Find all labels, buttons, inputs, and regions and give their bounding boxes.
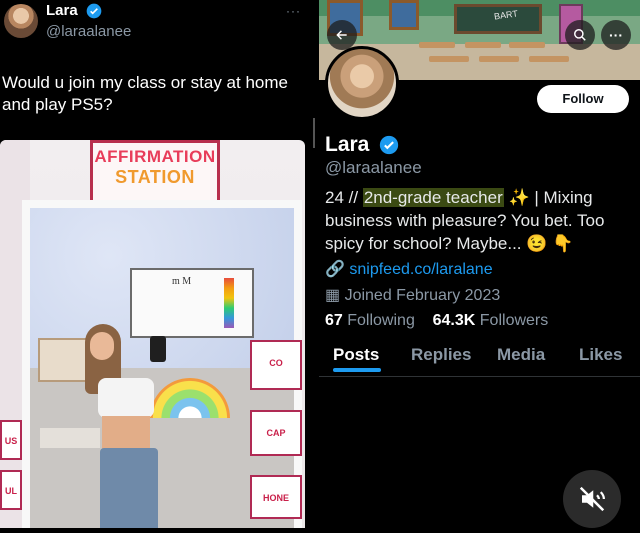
speaker-muted-icon: [579, 486, 605, 512]
bookshelf: [38, 338, 88, 382]
sign-line2: STATION: [115, 167, 195, 187]
person-midriff: [102, 416, 150, 452]
follow-button[interactable]: Follow: [537, 85, 629, 113]
tweet-text: Would u join my class or stay at home an…: [2, 73, 288, 114]
person-jeans: [100, 448, 158, 528]
joined-date: Joined February 2023: [344, 287, 501, 304]
link-icon: 🔗: [325, 261, 345, 278]
profile-link[interactable]: snipfeed.co/laralane: [349, 261, 492, 278]
tweet-panel: Lara @laraalanee ··· Would u join my cla…: [0, 0, 312, 528]
tweet-display-name[interactable]: Lara: [46, 2, 102, 19]
bio-highlight: 2nd-grade teacher: [362, 188, 504, 207]
search-icon: [574, 29, 586, 41]
more-icon: ···: [609, 27, 623, 43]
avatar[interactable]: [4, 4, 38, 38]
more-button[interactable]: ···: [601, 20, 631, 50]
mute-button[interactable]: [563, 470, 621, 528]
banner-desk: [509, 42, 545, 48]
tab-replies[interactable]: Replies: [411, 345, 471, 365]
joined-row: ▦ Joined February 2023: [325, 285, 500, 305]
following-link[interactable]: 67 Following: [325, 312, 415, 329]
more-icon[interactable]: ···: [286, 4, 301, 18]
tab-likes[interactable]: Likes: [579, 345, 622, 365]
search-button[interactable]: [565, 20, 595, 50]
profile-avatar[interactable]: [325, 46, 399, 120]
banner-window-2: [389, 0, 419, 30]
profile-bio: 24 // 2nd-grade teacher ✨ | Mixing busin…: [325, 188, 605, 253]
whiteboard-text: m M: [172, 276, 192, 287]
back-button[interactable]: [327, 20, 357, 50]
banner-desk: [465, 42, 501, 48]
tab-posts[interactable]: Posts: [333, 345, 379, 365]
scroll-indicator[interactable]: [313, 118, 315, 148]
color-chart: [224, 278, 234, 328]
banner-desk: [529, 56, 569, 62]
phone: [150, 336, 166, 362]
active-tab-indicator: [333, 368, 381, 372]
banner-desk: [429, 56, 469, 62]
tweet-photo[interactable]: AFFIRMATION STATION m M CO CAP HONE US U…: [0, 140, 305, 528]
tab-media[interactable]: Media: [497, 345, 545, 365]
tweet-handle[interactable]: @laraalanee: [46, 23, 131, 40]
side-poster-1: CO: [250, 340, 302, 390]
profile-link-row[interactable]: 🔗 snipfeed.co/laralane: [325, 259, 493, 279]
verified-badge-icon[interactable]: [379, 135, 399, 155]
whiteboard: m M: [130, 268, 254, 338]
followers-link[interactable]: 64.3K Followers: [433, 312, 549, 329]
profile-display-name: Lara: [325, 133, 399, 157]
left-poster-1: US: [0, 420, 22, 460]
profile-panel: BART ··· Follow Lara @laraalanee 24 // 2…: [319, 0, 640, 528]
profile-handle: @laraalanee: [325, 158, 422, 177]
banner-desk: [419, 42, 455, 48]
left-poster-2: UL: [0, 470, 22, 510]
calendar-icon: ▦: [325, 287, 341, 304]
arrow-left-icon: [336, 30, 347, 40]
verified-badge-icon: [86, 3, 102, 19]
follow-counts: 67 Following 64.3K Followers: [325, 312, 548, 330]
panel-divider: [312, 0, 319, 528]
person-face: [90, 332, 114, 360]
sign-line1: AFFIRMATION: [94, 147, 216, 166]
side-poster-3: HONE: [250, 475, 302, 519]
side-poster-2: CAP: [250, 410, 302, 456]
student-desk: [40, 428, 100, 448]
person-top: [98, 378, 154, 418]
banner-desk: [479, 56, 519, 62]
tabs-separator: [319, 376, 640, 377]
